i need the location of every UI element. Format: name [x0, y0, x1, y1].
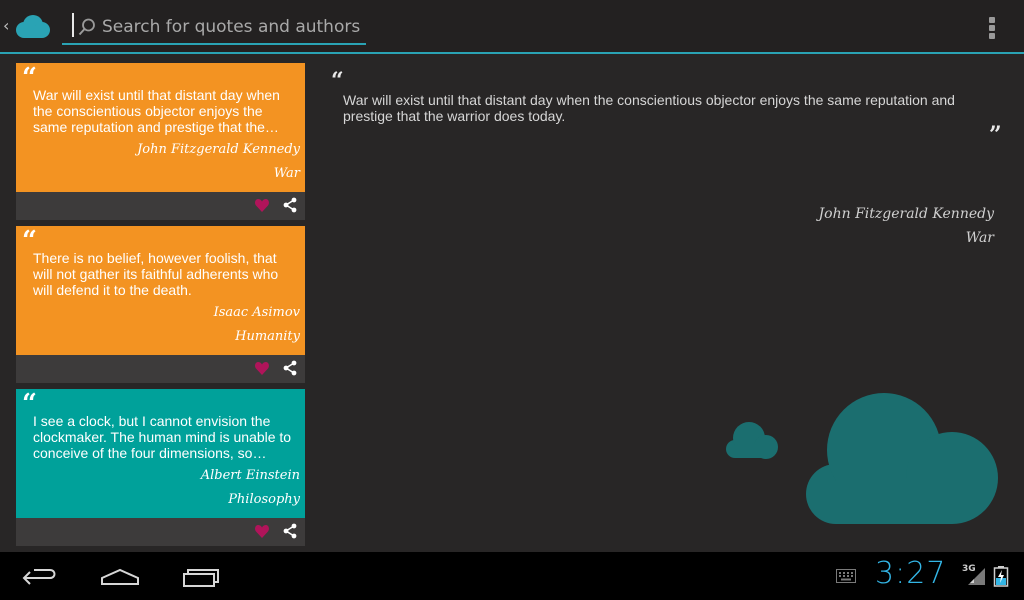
detail-quote-category: War: [965, 230, 994, 246]
search-box[interactable]: [62, 11, 366, 45]
quote-category: War: [273, 166, 300, 181]
cloud-decoration: [726, 393, 998, 524]
search-input[interactable]: [102, 14, 360, 40]
clock[interactable]: 3:27: [875, 556, 946, 591]
close-quote-icon: ”: [989, 122, 1002, 148]
heart-icon[interactable]: [254, 523, 270, 539]
quote-card[interactable]: “ I see a clock, but I cannot envision t…: [16, 389, 305, 546]
cloud-logo-icon[interactable]: [12, 13, 52, 41]
share-icon[interactable]: [282, 360, 298, 376]
quote-author: John Fitzgerald Kennedy: [137, 142, 300, 157]
quote-text: War will exist until that distant day wh…: [33, 87, 280, 135]
overflow-menu-icon[interactable]: [982, 15, 1002, 41]
card-action-bar: [16, 192, 305, 220]
battery-icon: [993, 566, 1009, 587]
quote-card-body[interactable]: “ There is no belief, however foolish, t…: [16, 226, 305, 355]
open-quote-icon: “: [331, 68, 344, 94]
heart-icon[interactable]: [254, 197, 270, 213]
quote-card-body[interactable]: “ I see a clock, but I cannot envision t…: [16, 389, 305, 518]
card-action-bar: [16, 518, 305, 546]
quote-card[interactable]: “ There is no belief, however foolish, t…: [16, 226, 305, 383]
signal-icon: [968, 568, 985, 585]
home-icon[interactable]: [100, 562, 140, 590]
quote-category: Humanity: [235, 329, 300, 344]
quote-category: Philosophy: [228, 492, 300, 507]
quote-text: I see a clock, but I cannot envision the…: [33, 413, 292, 461]
back-icon[interactable]: [20, 562, 60, 590]
heart-icon[interactable]: [254, 360, 270, 376]
detail-quote-author: John Fitzgerald Kennedy: [818, 206, 994, 222]
card-action-bar: [16, 355, 305, 383]
quote-card[interactable]: “ War will exist until that distant day …: [16, 63, 305, 220]
detail-quote-text: War will exist until that distant day wh…: [343, 92, 955, 124]
chevron-left-icon[interactable]: ‹: [3, 16, 9, 36]
search-icon: [78, 18, 95, 36]
recent-apps-icon[interactable]: [180, 562, 220, 590]
share-icon[interactable]: [282, 197, 298, 213]
quote-author: Albert Einstein: [200, 468, 300, 483]
action-bar: ‹: [0, 0, 1024, 54]
system-nav-bar: 3:27 3G: [0, 552, 1024, 600]
text-cursor: [72, 13, 74, 37]
quote-text: There is no belief, however foolish, tha…: [33, 250, 279, 298]
quote-author: Isaac Asimov: [213, 305, 300, 320]
share-icon[interactable]: [282, 523, 298, 539]
quote-card-body[interactable]: “ War will exist until that distant day …: [16, 63, 305, 192]
keyboard-icon[interactable]: [836, 569, 856, 583]
